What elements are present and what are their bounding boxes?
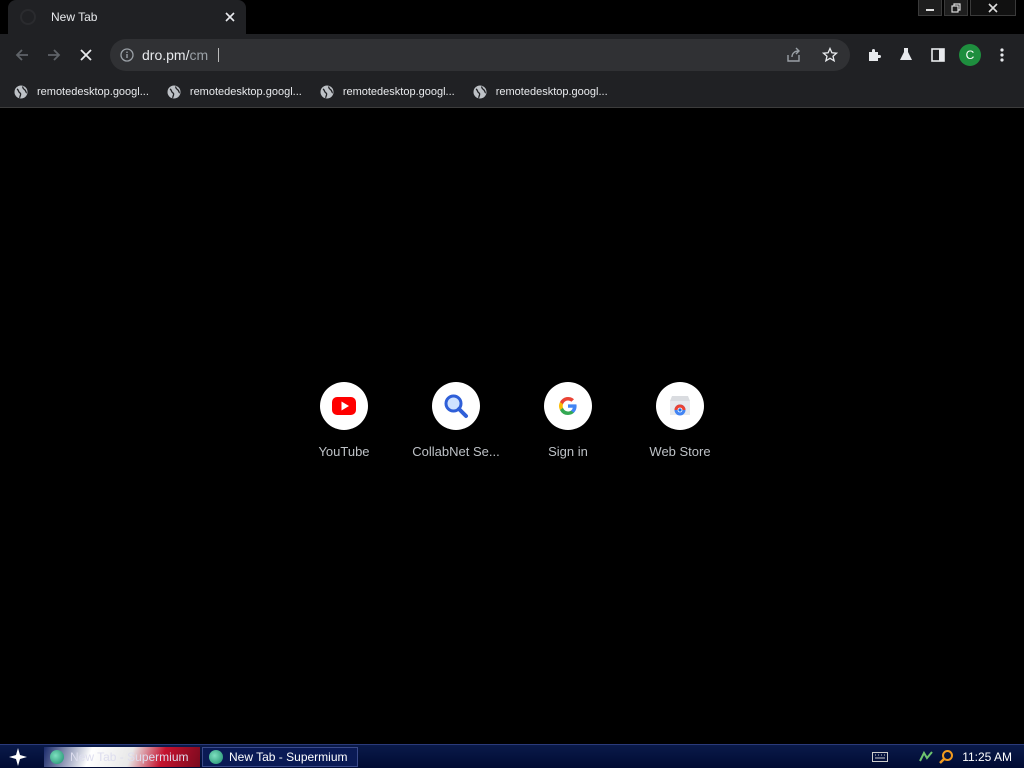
web-store-icon	[656, 382, 704, 430]
stop-loading-button[interactable]	[70, 39, 102, 71]
tab-title: New Tab	[51, 10, 98, 24]
side-panel-button[interactable]	[922, 39, 954, 71]
restore-button[interactable]	[944, 0, 968, 16]
google-g-icon	[544, 382, 592, 430]
supermium-icon	[209, 750, 223, 764]
star-icon	[822, 47, 838, 63]
bookmark-item[interactable]: remotedesktop.googl...	[320, 85, 455, 99]
bookmark-item[interactable]: remotedesktop.googl...	[473, 85, 608, 99]
taskbar-item[interactable]: New Tab - Supermium	[44, 747, 200, 767]
start-button[interactable]	[6, 746, 30, 768]
shortcut-sign-in[interactable]: Sign in	[512, 382, 624, 459]
taskbar: New Tab - Supermium New Tab - Supermium …	[0, 744, 1024, 768]
close-window-button[interactable]	[970, 0, 1016, 16]
puzzle-icon	[869, 49, 881, 61]
youtube-icon	[320, 382, 368, 430]
bookmark-star-button[interactable]	[814, 39, 846, 71]
window-controls	[918, 0, 1016, 16]
taskbar-item[interactable]: New Tab - Supermium	[202, 747, 358, 767]
title-bar: New Tab	[0, 0, 1024, 34]
tab-new-tab[interactable]: New Tab	[8, 0, 246, 34]
start-star-icon	[9, 748, 27, 766]
share-icon	[787, 47, 800, 62]
text-cursor	[218, 48, 220, 62]
globe-icon	[167, 85, 181, 98]
shortcut-grid: YouTube CollabNet Se... Sign in Web Stor…	[288, 382, 736, 459]
stop-icon	[80, 49, 92, 61]
back-button[interactable]	[6, 39, 38, 71]
keyboard-icon[interactable]	[872, 752, 889, 762]
browser-toolbar: dro.pm/cm C	[0, 34, 1024, 76]
shortcut-youtube[interactable]: YouTube	[288, 382, 400, 459]
address-bar[interactable]: dro.pm/cm	[110, 39, 850, 71]
minimize-button[interactable]	[918, 0, 942, 16]
more-vert-icon	[1000, 48, 1004, 62]
shortcut-collabnet[interactable]: CollabNet Se...	[400, 382, 512, 459]
forward-button[interactable]	[38, 39, 70, 71]
clock[interactable]: 11:25 AM	[962, 750, 1012, 764]
globe-icon	[14, 85, 28, 98]
new-tab-page: YouTube CollabNet Se... Sign in Web Stor…	[0, 108, 1024, 744]
tab-close-icon[interactable]	[220, 7, 240, 27]
profile-button[interactable]: C	[954, 39, 986, 71]
bookmarks-bar: remotedesktop.googl... remotedesktop.goo…	[0, 76, 1024, 108]
globe-icon	[320, 85, 334, 98]
system-tray: 11:25 AM	[872, 745, 1024, 768]
side-panel-icon	[931, 48, 945, 62]
back-arrow-icon	[15, 49, 28, 61]
site-info-icon[interactable]	[118, 46, 136, 64]
search-icon[interactable]	[938, 749, 954, 765]
labs-button[interactable]	[890, 39, 922, 71]
network-icon[interactable]	[918, 749, 934, 765]
forward-arrow-icon	[48, 49, 61, 61]
loading-spinner-icon	[20, 9, 36, 25]
supermium-icon	[50, 750, 64, 764]
share-button[interactable]	[778, 39, 810, 71]
bookmark-item[interactable]: remotedesktop.googl...	[14, 85, 149, 99]
magnifier-icon	[432, 382, 480, 430]
bookmark-item[interactable]: remotedesktop.googl...	[167, 85, 302, 99]
address-bar-text[interactable]: dro.pm/cm	[142, 47, 208, 63]
flask-icon	[900, 48, 912, 60]
globe-icon	[473, 85, 487, 98]
extensions-button[interactable]	[858, 39, 890, 71]
menu-button[interactable]	[986, 39, 1018, 71]
avatar: C	[959, 44, 981, 66]
shortcut-web-store[interactable]: Web Store	[624, 382, 736, 459]
